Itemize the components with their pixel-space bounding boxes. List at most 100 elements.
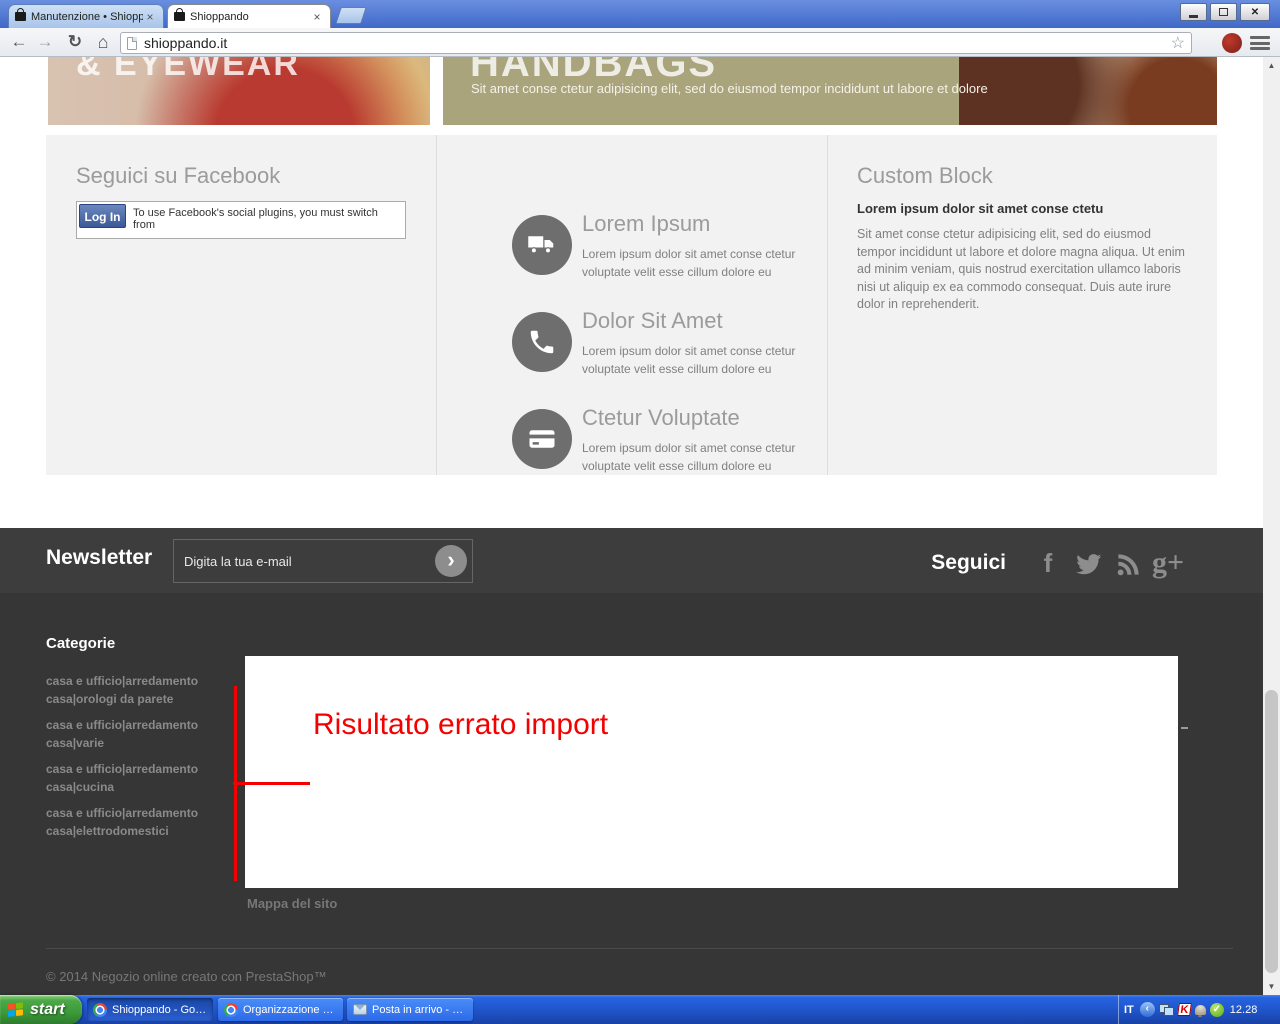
info-text: Lorem ipsum dolor sit amet conse ctetur …	[582, 247, 796, 279]
custom-block-heading: Custom Block	[857, 163, 993, 188]
facebook-notice: To use Facebook's social plugins, you mu…	[133, 207, 378, 231]
tab-title: Manutenzione • Shioppando	[31, 10, 143, 23]
category-link[interactable]: casa e ufficio|arredamento casa|orologi …	[46, 672, 242, 708]
maximize-button[interactable]	[1210, 3, 1237, 21]
newsletter-label: Newsletter	[46, 546, 153, 569]
windows-logo-icon	[8, 1001, 24, 1018]
custom-block-body: Sit amet conse ctetur adipisicing elit, …	[857, 227, 1185, 311]
page-footer: Categorie casa e ufficio|arredamento cas…	[0, 593, 1263, 995]
copyright-text: © 2014 Negozio online creato con PrestaS…	[46, 969, 327, 984]
start-button[interactable]: start	[0, 995, 82, 1024]
info-title: Dolor Sit Amet	[582, 308, 723, 333]
shopping-bag-favicon	[15, 8, 26, 21]
taskbar-button-posta[interactable]: Posta in arrivo - Cart...	[347, 998, 473, 1021]
rss-icon[interactable]	[1108, 548, 1148, 579]
info-text: Lorem ipsum dolor sit amet conse ctetur …	[582, 344, 796, 376]
social-label: Seguici	[931, 551, 1006, 574]
custom-block: Custom Block Lorem ipsum dolor sit amet …	[857, 163, 1187, 314]
divider	[46, 948, 1233, 949]
cursor-artifact	[1181, 727, 1188, 729]
taskbar-button-label: Organizzazione categ...	[243, 1003, 337, 1016]
facebook-plugin-box: Log In To use Facebook's social plugins,…	[76, 201, 406, 239]
back-button[interactable]: ←	[6, 30, 32, 54]
bell-icon[interactable]	[1194, 1004, 1206, 1017]
tab-close-icon[interactable]: ×	[310, 10, 324, 24]
kaspersky-icon[interactable]: K	[1176, 1003, 1192, 1016]
info-text: Lorem ipsum dolor sit amet conse ctetur …	[582, 441, 796, 473]
banner-title: & EYEWEAR	[76, 57, 300, 83]
language-indicator[interactable]: IT	[1124, 1004, 1134, 1016]
facebook-icon[interactable]: f	[1028, 548, 1068, 579]
screen: Manutenzione • Shioppando × Shioppando ×…	[0, 0, 1280, 1024]
facebook-login-button[interactable]: Log In	[79, 204, 126, 228]
network-icon[interactable]	[1158, 1003, 1174, 1016]
banner-photo	[959, 57, 1217, 125]
chrome-icon	[224, 1002, 238, 1017]
credit-card-icon	[512, 409, 572, 469]
extension-icon[interactable]	[1222, 33, 1242, 53]
info-item-shipping: Lorem Ipsum Lorem ipsum dolor sit amet c…	[436, 211, 826, 305]
newsletter-email-input[interactable]	[184, 541, 414, 581]
info-title: Ctetur Voluptate	[582, 405, 740, 430]
minimize-button[interactable]	[1180, 3, 1207, 21]
divider	[827, 135, 828, 475]
taskbar-button-shioppando[interactable]: Shioppando - Google ...	[87, 998, 213, 1021]
sitemap-link[interactable]: Mappa del sito	[247, 896, 337, 911]
category-link[interactable]: casa e ufficio|arredamento casa|elettrod…	[46, 804, 242, 840]
banner-subtitle: Sit amet conse ctetur adipisicing elit, …	[471, 81, 988, 96]
page-icon	[127, 36, 137, 50]
scroll-up-icon[interactable]: ▲	[1263, 57, 1280, 74]
page-viewport: & EYEWEAR HANDBAGS Sit amet conse ctetur…	[0, 57, 1263, 995]
taskbar-button-label: Posta in arrivo - Cart...	[372, 1003, 467, 1016]
mail-icon	[353, 1004, 367, 1015]
reload-button[interactable]: ↻	[62, 30, 88, 54]
scrollbar[interactable]: ▲ ▼	[1263, 57, 1280, 995]
maximize-icon	[1219, 8, 1228, 16]
custom-block-subheading: Lorem ipsum dolor sit amet conse ctetu	[857, 201, 1104, 216]
tab-shioppando[interactable]: Shioppando ×	[167, 4, 331, 28]
taskbar-button-label: Shioppando - Google ...	[112, 1003, 207, 1016]
address-bar[interactable]: shioppando.it ☆	[120, 32, 1192, 54]
banner-eyewear[interactable]: & EYEWEAR	[48, 57, 430, 125]
newsletter-bar: Newsletter › Seguici f g+	[0, 528, 1263, 593]
newsletter-submit-button[interactable]: ›	[435, 545, 467, 577]
social-links: Seguici f g+	[931, 546, 1188, 580]
bookmark-star-icon[interactable]: ☆	[1171, 33, 1185, 53]
annotation-whitebox: Risultato errato import	[245, 656, 1178, 888]
taskbar: start Shioppando - Google ... Organizzaz…	[0, 995, 1280, 1024]
scrollbar-thumb[interactable]	[1265, 690, 1278, 973]
info-section: Seguici su Facebook Log In To use Facebo…	[46, 135, 1217, 475]
forward-button[interactable]: →	[32, 30, 58, 54]
home-button[interactable]: ⌂	[90, 30, 116, 54]
category-link[interactable]: casa e ufficio|arredamento casa|varie	[46, 716, 242, 752]
browser-titlebar: Manutenzione • Shioppando × Shioppando ×…	[0, 0, 1280, 28]
info-item-phone: Dolor Sit Amet Lorem ipsum dolor sit ame…	[436, 308, 826, 402]
twitter-icon[interactable]	[1068, 548, 1108, 579]
new-tab-button[interactable]	[335, 7, 367, 24]
banner-handbags[interactable]: HANDBAGS Sit amet conse ctetur adipisici…	[443, 57, 1217, 125]
chrome-menu-icon[interactable]	[1250, 36, 1270, 50]
info-item-payment: Ctetur Voluptate Lorem ipsum dolor sit a…	[436, 405, 826, 499]
google-plus-icon[interactable]: g+	[1148, 546, 1188, 580]
tab-title: Shioppando	[190, 10, 249, 23]
close-window-button[interactable]: ✕	[1240, 3, 1270, 21]
newsletter-field: ›	[173, 539, 473, 583]
facebook-block-heading: Seguici su Facebook	[76, 163, 281, 188]
tab-close-icon[interactable]: ×	[143, 10, 157, 24]
category-link[interactable]: casa e ufficio|arredamento casa|cucina	[46, 760, 242, 796]
truck-icon	[512, 215, 572, 275]
tab-manutenzione[interactable]: Manutenzione • Shioppando ×	[8, 4, 164, 28]
status-check-icon[interactable]: ✓	[1209, 1002, 1224, 1017]
minimize-icon	[1189, 14, 1198, 18]
tray-chevron-icon[interactable]: ‹	[1139, 1002, 1155, 1017]
phone-icon	[512, 312, 572, 372]
url-text[interactable]: shioppando.it	[144, 35, 1171, 51]
shopping-bag-favicon	[174, 8, 185, 21]
taskbar-button-organizzazione[interactable]: Organizzazione categ...	[218, 998, 343, 1021]
categories-heading: Categorie	[46, 635, 116, 652]
clock[interactable]: 12.28	[1230, 1004, 1258, 1016]
chrome-icon	[93, 1002, 107, 1017]
scroll-down-icon[interactable]: ▼	[1263, 978, 1280, 995]
start-label: start	[30, 1000, 65, 1018]
system-tray: IT ‹ K ✓ 12.28	[1118, 995, 1280, 1024]
